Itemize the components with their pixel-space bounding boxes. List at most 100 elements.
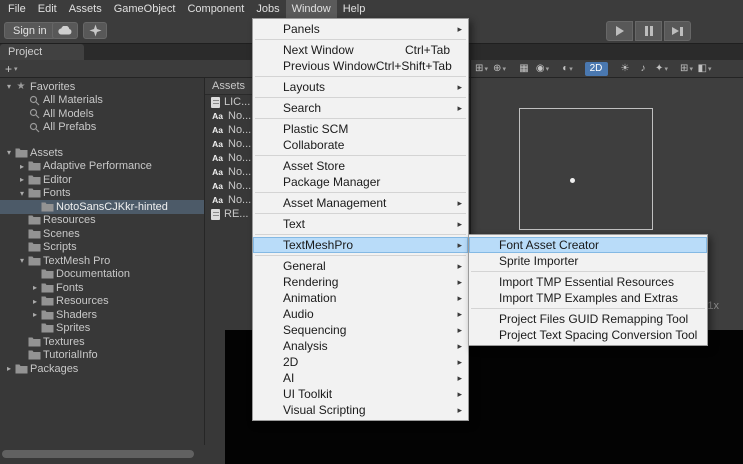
menu-item[interactable]: Asset Store	[253, 158, 468, 174]
menubar-item[interactable]: GameObject	[108, 0, 182, 18]
play-button[interactable]	[606, 21, 633, 41]
scene-toolbar-button[interactable]: ✦ ▾	[654, 62, 669, 76]
tree-item[interactable]: All Prefabs	[0, 121, 204, 135]
submenu-item[interactable]: Project Files GUID Remapping Tool	[469, 311, 707, 327]
folder-icon	[40, 269, 54, 279]
tree-item[interactable]: Sprites	[0, 322, 204, 336]
tree-item[interactable]: ▸ Editor	[0, 173, 204, 187]
menu-item[interactable]: Plastic SCM	[253, 121, 468, 137]
tree-item[interactable]: ▾ Assets	[0, 146, 204, 160]
tree-item[interactable]: Documentation	[0, 268, 204, 282]
create-asset-button[interactable]: + ▾	[5, 61, 18, 76]
menu-item[interactable]: Search ▸	[253, 100, 468, 119]
menubar-item[interactable]: File	[2, 0, 32, 18]
menubar-item[interactable]: Help	[337, 0, 372, 18]
tree-item[interactable]: ▸ Fonts	[0, 281, 204, 295]
expand-arrow-icon[interactable]: ▸	[30, 283, 40, 292]
menu-item[interactable]: Previous Window Ctrl+Shift+Tab	[253, 58, 468, 77]
expand-arrow-icon[interactable]: ▸	[17, 175, 27, 184]
submenu-item[interactable]: Font Asset Creator	[469, 237, 707, 253]
services-button[interactable]	[83, 22, 107, 39]
scene-toolbar-button-glyph-icon: ⊕	[493, 63, 502, 74]
menu-item[interactable]: Visual Scripting ▸	[253, 402, 468, 418]
menu-item[interactable]: TextMeshPro ▸	[253, 237, 468, 256]
tree-item[interactable]: ▸ Shaders	[0, 308, 204, 322]
scene-toolbar-button[interactable]: ▦	[517, 62, 532, 76]
tree-item[interactable]: ▸ Packages	[0, 362, 204, 376]
scrollbar-thumb[interactable]	[2, 450, 194, 458]
menu-item[interactable]: 2D ▸	[253, 354, 468, 370]
menu-item[interactable]: Sequencing ▸	[253, 322, 468, 338]
folder-icon	[14, 148, 28, 158]
expand-arrow-icon[interactable]: ▾	[17, 256, 27, 265]
expand-arrow-icon[interactable]: ▾	[4, 148, 14, 157]
menu-item-label: Layouts	[283, 80, 326, 94]
scene-toolbar-button[interactable]: 2D	[585, 61, 608, 76]
menubar-item[interactable]: Assets	[63, 0, 108, 18]
submenu-item[interactable]: Sprite Importer	[469, 253, 707, 272]
tree-item[interactable]: Scripts	[0, 241, 204, 255]
expand-arrow-icon[interactable]: ▾	[17, 189, 27, 198]
folder-icon	[14, 364, 28, 374]
menu-item[interactable]: Animation ▸	[253, 290, 468, 306]
tree-item[interactable]: ▾ Fonts	[0, 187, 204, 201]
expand-arrow-icon[interactable]: ▸	[30, 310, 40, 319]
submenu-item[interactable]: Import TMP Essential Resources	[469, 274, 707, 290]
sign-in-button[interactable]: Sign in	[4, 22, 56, 39]
menu-item[interactable]: General ▸	[253, 258, 468, 274]
asset-file-label: No...	[228, 110, 252, 122]
scene-toolbar-button-glyph-icon: ◉	[535, 63, 545, 74]
cloud-button[interactable]	[52, 22, 78, 39]
tree-item[interactable]: ▾ TextMesh Pro	[0, 254, 204, 268]
scene-toolbar-button[interactable]: ⊞ ▾	[679, 62, 694, 76]
submenu-item[interactable]: Project Text Spacing Conversion Tool	[469, 327, 707, 343]
menubar-item-label: Window	[291, 3, 331, 15]
scene-toolbar-button[interactable]: ◧ ▾	[697, 62, 712, 76]
tree-item[interactable]: NotoSansCJKkr-hinted	[0, 200, 204, 214]
tree-item[interactable]: All Materials	[0, 94, 204, 108]
menu-item[interactable]: AI ▸	[253, 370, 468, 386]
tree-item[interactable]: Resources	[0, 214, 204, 228]
tree-item-label: TextMesh Pro	[43, 254, 111, 267]
tree-item[interactable]: ▾ ★ Favorites	[0, 80, 204, 94]
menu-item[interactable]: Layouts ▸	[253, 79, 468, 98]
expand-arrow-icon[interactable]: ▸	[17, 162, 27, 171]
pause-button[interactable]	[635, 21, 662, 41]
menu-item[interactable]: Rendering ▸	[253, 274, 468, 290]
asset-file-label: No...	[228, 194, 252, 206]
scene-toolbar-button[interactable]: ⊕ ▾	[492, 62, 507, 76]
tree-item[interactable]: ▸ Resources	[0, 295, 204, 309]
scene-toolbar-button[interactable]: ◐ ▾	[560, 62, 575, 76]
menubar-item[interactable]: Edit	[32, 0, 63, 18]
menu-item[interactable]: Text ▸	[253, 216, 468, 235]
scene-toolbar-button[interactable]: ◉ ▾	[535, 62, 550, 76]
tree-item[interactable]: Textures	[0, 335, 204, 349]
scene-toolbar-button[interactable]: ♪	[636, 62, 651, 76]
menu-item[interactable]: Analysis ▸	[253, 338, 468, 354]
menu-item[interactable]: Collaborate	[253, 137, 468, 156]
tree-item[interactable]: Scenes	[0, 227, 204, 241]
menu-item[interactable]: Panels ▸	[253, 21, 468, 40]
tree-item[interactable]: TutorialInfo	[0, 349, 204, 363]
menu-item[interactable]: Next Window Ctrl+Tab	[253, 42, 468, 58]
menubar-item[interactable]: Jobs	[250, 0, 285, 18]
expand-arrow-icon[interactable]: ▸	[30, 297, 40, 306]
tab-project[interactable]: Project	[0, 44, 85, 60]
expand-arrow-icon[interactable]: ▾	[4, 82, 14, 91]
tree-item[interactable]: ▸ Adaptive Performance	[0, 160, 204, 174]
tree-item-label: NotoSansCJKkr-hinted	[56, 200, 168, 213]
menu-item[interactable]: UI Toolkit ▸	[253, 386, 468, 402]
tree-item-label: Scenes	[43, 227, 80, 240]
menubar-item[interactable]: Component	[181, 0, 250, 18]
submenu-item[interactable]: Import TMP Examples and Extras	[469, 290, 707, 309]
scene-toolbar-button[interactable]: ⊞ ▾	[474, 62, 489, 76]
font-asset-icon: Aa	[212, 167, 223, 177]
tree-item[interactable]: All Models	[0, 107, 204, 121]
expand-arrow-icon[interactable]: ▸	[4, 364, 14, 373]
menubar-item[interactable]: Window	[285, 0, 337, 18]
menu-item[interactable]: Package Manager	[253, 174, 468, 193]
menu-item[interactable]: Audio ▸	[253, 306, 468, 322]
step-button[interactable]	[664, 21, 691, 41]
menu-item[interactable]: Asset Management ▸	[253, 195, 468, 214]
scene-toolbar-button[interactable]: ☀	[618, 62, 633, 76]
